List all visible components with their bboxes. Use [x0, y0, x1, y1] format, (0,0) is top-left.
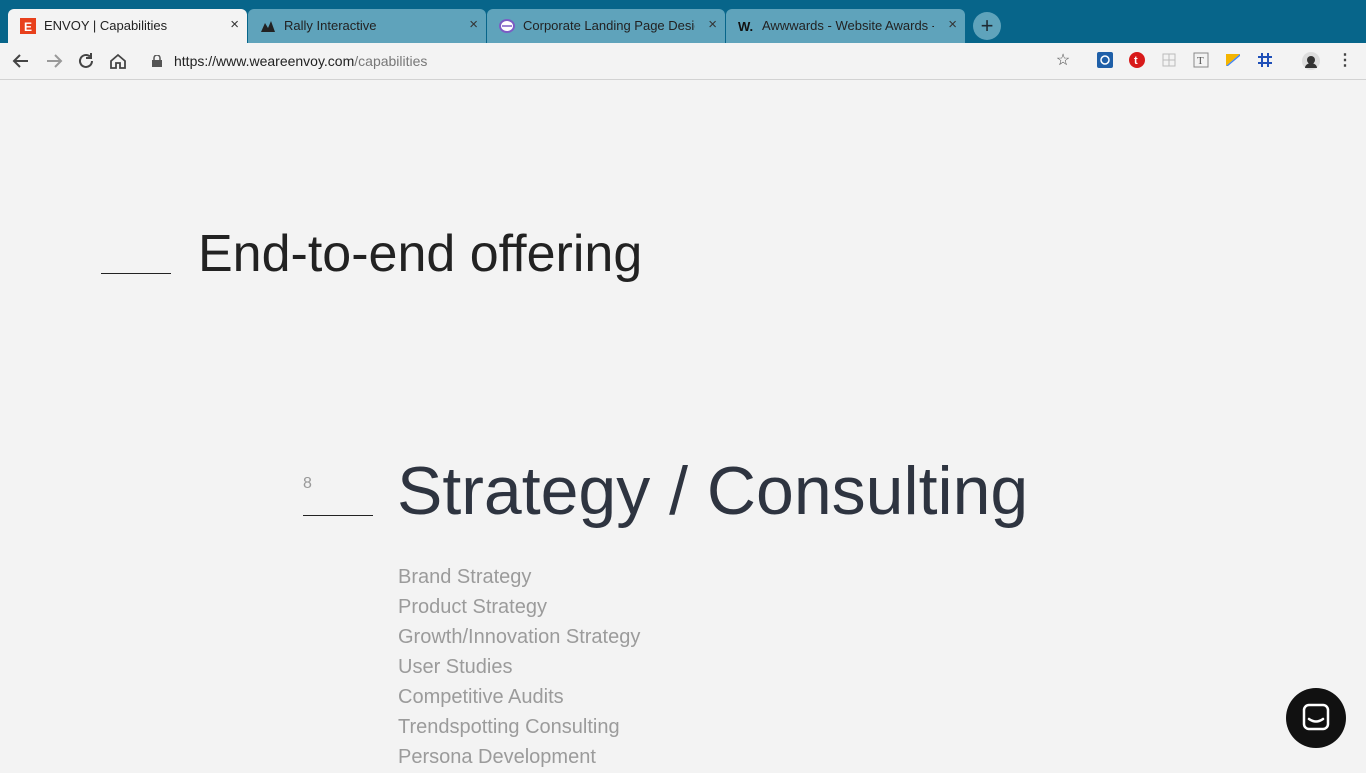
lock-icon	[152, 55, 162, 67]
back-arrow-icon	[12, 54, 28, 68]
close-tab-icon[interactable]: ×	[948, 16, 957, 34]
list-item: User Studies	[398, 656, 513, 678]
extension-grid-icon[interactable]	[1160, 52, 1178, 70]
svg-text:W.: W.	[738, 19, 753, 34]
services-list: Brand Strategy Product Strategy Growth/I…	[398, 563, 640, 773]
new-tab-button[interactable]: +	[973, 12, 1001, 40]
awwwards-w-icon: W.	[738, 19, 753, 34]
tab-title: Rally Interactive	[284, 18, 377, 33]
svg-text:E: E	[24, 20, 32, 34]
reload-icon	[79, 53, 93, 68]
extension-blue-icon[interactable]	[1096, 52, 1114, 70]
tab-strip: E ENVOY | Capabilities × Rally Interacti…	[0, 0, 1366, 43]
tab-title: Corporate Landing Page Desig	[523, 18, 695, 33]
extension-t-icon[interactable]: T	[1192, 52, 1210, 70]
list-item: Competitive Audits	[398, 686, 564, 708]
tab-awwwards[interactable]: W. Awwwards - Website Awards - ×	[726, 9, 965, 43]
tab-corporate-landing[interactable]: Corporate Landing Page Desig ×	[487, 9, 725, 43]
tab-title: ENVOY | Capabilities	[44, 18, 168, 33]
list-item: Growth/Innovation Strategy	[398, 626, 641, 648]
reload-button[interactable]	[75, 50, 97, 72]
tab-title: Awwwards - Website Awards -	[762, 18, 934, 33]
extension-red-t-icon[interactable]: t	[1128, 52, 1146, 70]
home-button[interactable]	[107, 50, 129, 72]
profile-avatar[interactable]	[1302, 52, 1320, 70]
close-tab-icon[interactable]: ×	[469, 16, 478, 34]
extension-ruler-icon[interactable]	[1224, 52, 1242, 70]
heading-rule	[101, 273, 171, 274]
tab-envoy-capabilities[interactable]: E ENVOY | Capabilities ×	[8, 9, 247, 43]
menu-kebab-icon[interactable]: ⋮	[1336, 52, 1354, 70]
envoy-e-icon: E	[20, 18, 36, 34]
list-item: Trendspotting Consulting	[398, 716, 620, 738]
tab-rally-interactive[interactable]: Rally Interactive ×	[248, 9, 486, 43]
section-title: Strategy / Consulting	[397, 453, 1029, 529]
extension-hash-icon[interactable]	[1256, 52, 1274, 70]
url-host: https://www.weareenvoy.com	[174, 53, 355, 69]
svg-text:T: T	[1197, 55, 1204, 67]
address-bar[interactable]: https://www.weareenvoy.com/capabilities	[174, 53, 427, 69]
page-heading: End-to-end offering	[198, 225, 643, 283]
close-tab-icon[interactable]: ×	[708, 16, 717, 34]
forward-arrow-icon	[47, 54, 63, 68]
section-rule	[303, 515, 373, 516]
dribbble-icon	[499, 19, 515, 33]
close-tab-icon[interactable]: ×	[230, 16, 239, 34]
home-icon	[110, 53, 126, 69]
chat-launcher-button[interactable]	[1286, 688, 1346, 748]
rally-icon	[261, 21, 275, 32]
svg-text:t: t	[1134, 55, 1138, 67]
url-path: /capabilities	[354, 53, 428, 69]
list-item: Persona Development	[398, 746, 596, 768]
section-number: 8	[303, 475, 312, 492]
browser-toolbar: https://www.weareenvoy.com/capabilities …	[0, 43, 1366, 80]
bookmark-star-icon[interactable]: ☆	[1054, 52, 1072, 70]
chat-icon	[1302, 703, 1330, 731]
back-button[interactable]	[10, 50, 32, 72]
forward-button[interactable]	[43, 50, 65, 72]
list-item: Brand Strategy	[398, 566, 532, 588]
list-item: Product Strategy	[398, 596, 547, 618]
